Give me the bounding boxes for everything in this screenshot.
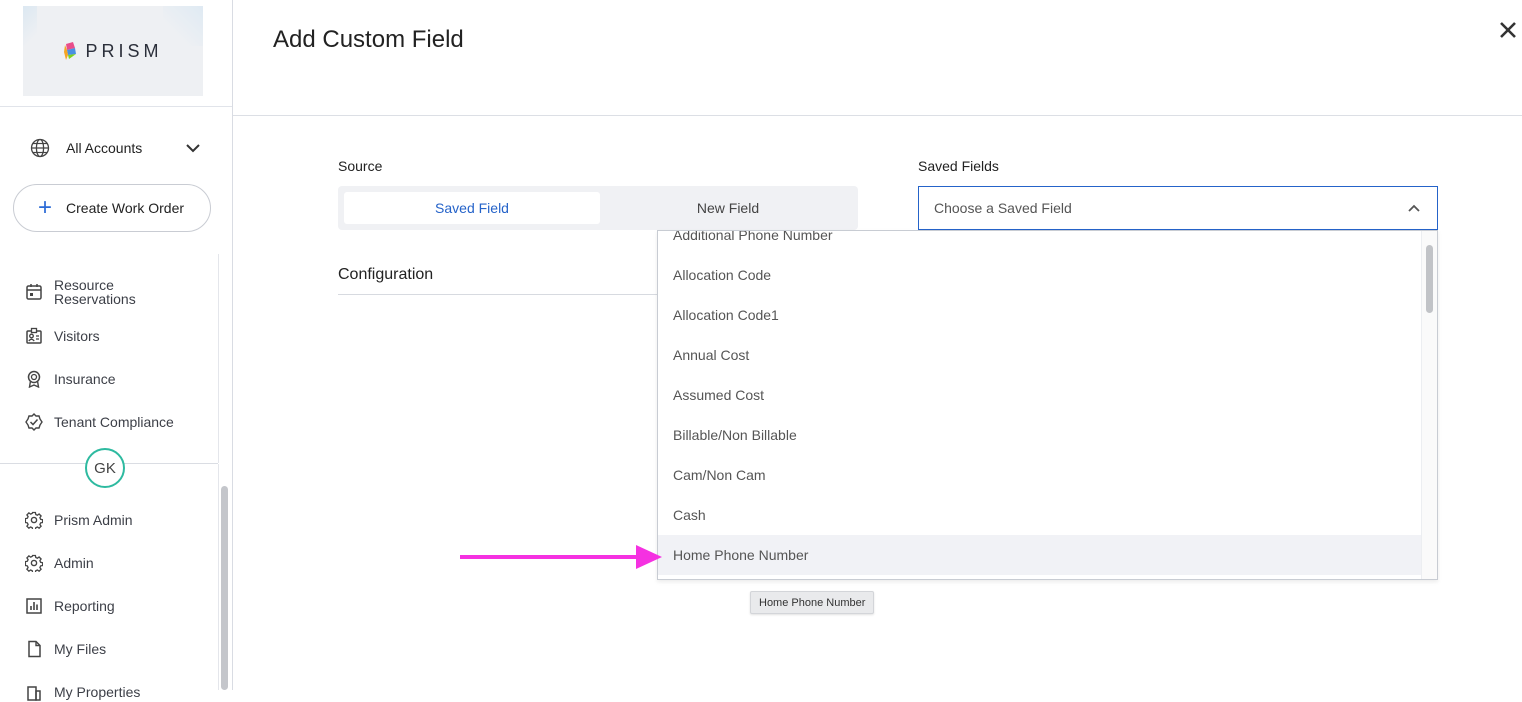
file-icon xyxy=(24,639,44,659)
compliance-check-icon xyxy=(24,412,44,432)
sidebar-item-label: My Files xyxy=(54,641,107,657)
user-avatar[interactable]: GK xyxy=(85,448,125,488)
sidebar-item-my-files[interactable]: My Files xyxy=(24,639,106,659)
sidebar-item-tenant-compliance[interactable]: Tenant Compliance xyxy=(24,412,174,432)
source-label: Source xyxy=(338,158,383,174)
account-selector-label: All Accounts xyxy=(66,140,143,156)
sidebar-item-resource-reservations[interactable]: Resource Reservations xyxy=(24,278,136,306)
sidebar-item-reporting[interactable]: Reporting xyxy=(24,596,115,616)
source-option-new-field[interactable]: New Field xyxy=(602,192,854,224)
dropdown-option[interactable]: Additional Phone Number xyxy=(658,231,1423,255)
sidebar-item-label: Reporting xyxy=(54,598,115,614)
sidebar-item-label: Prism Admin xyxy=(54,512,133,528)
dropdown-option[interactable]: Allocation Code1 xyxy=(658,295,1423,335)
insurance-ribbon-icon xyxy=(24,369,44,389)
option-tooltip: Home Phone Number xyxy=(750,591,875,614)
create-work-order-label: Create Work Order xyxy=(66,200,185,216)
sidebar-item-admin[interactable]: Admin xyxy=(24,553,94,573)
saved-field-select[interactable]: Choose a Saved Field xyxy=(918,186,1438,230)
source-toggle: Saved Field New Field xyxy=(338,186,858,230)
dropdown-option[interactable]: Billable/Non Billable xyxy=(658,415,1423,455)
dropdown-scrollbar-track[interactable] xyxy=(1421,231,1437,579)
create-work-order-button[interactable]: + Create Work Order xyxy=(13,184,211,232)
saved-field-placeholder: Choose a Saved Field xyxy=(934,200,1072,216)
sidebar: PRISM All Accounts + Create Work Order R… xyxy=(0,0,233,701)
sidebar-item-prism-admin[interactable]: Prism Admin xyxy=(24,510,133,530)
dropdown-option[interactable]: Annual Cost xyxy=(658,335,1423,375)
calendar-icon xyxy=(24,282,44,302)
sidebar-item-label: Insurance xyxy=(54,371,116,387)
header-divider xyxy=(233,115,1522,116)
dropdown-option[interactable]: Cash xyxy=(658,495,1423,535)
configuration-divider xyxy=(338,294,658,295)
chevron-up-icon xyxy=(1408,204,1420,212)
sidebar-item-label: Reservations xyxy=(54,291,136,307)
sidebar-lower-nav: Prism Admin Admin Reporting My Files My … xyxy=(0,464,219,701)
logo-text: PRISM xyxy=(85,40,163,61)
dropdown-scrollbar-thumb[interactable] xyxy=(1426,245,1433,313)
sidebar-item-label: Admin xyxy=(54,555,94,571)
dropdown-option[interactable]: Assumed Cost xyxy=(658,375,1423,415)
divider xyxy=(0,106,232,107)
globe-icon xyxy=(30,138,50,158)
source-option-saved-field[interactable]: Saved Field xyxy=(344,192,600,224)
sidebar-item-label: Visitors xyxy=(54,328,100,344)
dropdown-option-hovered[interactable]: Home Phone Number xyxy=(658,535,1423,575)
dropdown-option[interactable]: Allocation Code xyxy=(658,255,1423,295)
configuration-heading: Configuration xyxy=(338,266,434,283)
annotation-arrow xyxy=(460,545,662,569)
sidebar-item-my-properties[interactable]: My Properties xyxy=(24,682,140,702)
sidebar-item-visitors[interactable]: Visitors xyxy=(24,326,100,346)
sidebar-item-insurance[interactable]: Insurance xyxy=(24,369,115,389)
prism-logo-icon xyxy=(64,42,77,60)
visitor-badge-icon xyxy=(24,326,44,346)
sidebar-item-label: Tenant Compliance xyxy=(54,414,174,430)
close-icon[interactable] xyxy=(1496,18,1520,42)
gear-icon xyxy=(24,553,44,573)
prism-logo[interactable]: PRISM xyxy=(23,6,203,96)
sidebar-scrollbar[interactable] xyxy=(221,486,228,690)
dropdown-option[interactable]: Cam/Non Cam xyxy=(658,455,1423,495)
chevron-down-icon xyxy=(186,144,200,153)
page-title: Add Custom Field xyxy=(273,26,464,53)
gear-icon xyxy=(24,510,44,530)
building-icon xyxy=(24,682,44,702)
saved-field-dropdown: Additional Phone Number Allocation Code … xyxy=(657,230,1438,580)
sidebar-item-label: My Properties xyxy=(54,684,141,700)
sidebar-nav: Resource Reservations Visitors Insurance… xyxy=(0,254,219,463)
saved-fields-label: Saved Fields xyxy=(918,158,999,174)
bar-chart-icon xyxy=(24,596,44,616)
plus-icon: + xyxy=(38,194,53,221)
account-selector[interactable]: All Accounts xyxy=(30,136,200,160)
